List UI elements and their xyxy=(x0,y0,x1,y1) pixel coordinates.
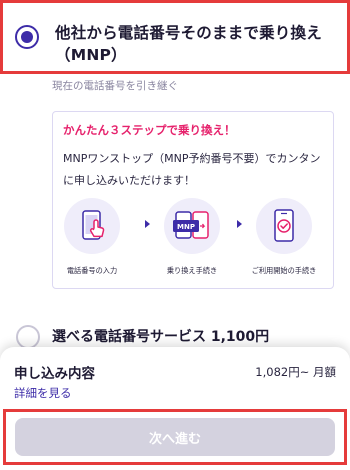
step-activation: ご利用開始の手続き xyxy=(249,198,319,276)
mnp-option-subtitle: 現在の電話番号を引き継ぐ xyxy=(52,80,178,92)
step-transfer: MNP 乗り換え手続き xyxy=(157,198,227,276)
number-service-radio[interactable] xyxy=(16,325,40,349)
mnp-transfer-icon: MNP xyxy=(164,198,220,254)
details-link[interactable]: 詳細を見る xyxy=(14,385,72,401)
phone-tap-icon xyxy=(64,198,120,254)
number-service-label: 選べる電話番号サービス 1,100円 xyxy=(52,329,270,345)
next-button[interactable]: 次へ進む xyxy=(15,418,335,456)
phone-check-icon xyxy=(256,198,312,254)
mnp-steps-card: かんたん３ステップで乗り換え！ MNPワンストップ（MNP予約番号不要）でカンタ… xyxy=(52,111,334,289)
step-label: 電話番号の入力 xyxy=(66,266,118,275)
arrow-right-icon xyxy=(237,220,242,228)
arrow-right-icon xyxy=(145,220,150,228)
step-label: 乗り換え手続き xyxy=(166,266,218,275)
step-label: ご利用開始の手続き xyxy=(251,266,317,275)
mnp-option-title: 他社から電話番号そのままで乗り換え（MNP） xyxy=(55,24,322,64)
steps-description: MNPワンストップ（MNP予約番号不要）でカンタンに申し込みいただけます！ xyxy=(63,152,321,187)
summary-sheet: 申し込み内容 1,082円~ 月額 詳細を見る 次へ進む xyxy=(0,347,350,470)
mnp-option[interactable]: 他社から電話番号そのままで乗り換え（MNP） xyxy=(0,0,350,74)
steps-heading: かんたん３ステップで乗り換え！ xyxy=(63,123,236,137)
plan-page: 他社から電話番号そのままで乗り換え（MNP） 現在の電話番号を引き継ぐ かんたん… xyxy=(0,0,350,470)
mnp-badge: MNP xyxy=(177,223,195,231)
step-phone-input: 電話番号の入力 xyxy=(57,198,127,276)
next-button-highlight: 次へ進む xyxy=(3,409,347,465)
summary-title: 申し込み内容 xyxy=(14,366,95,382)
monthly-price: 1,082円~ 月額 xyxy=(255,365,336,379)
mnp-radio[interactable] xyxy=(15,25,39,49)
